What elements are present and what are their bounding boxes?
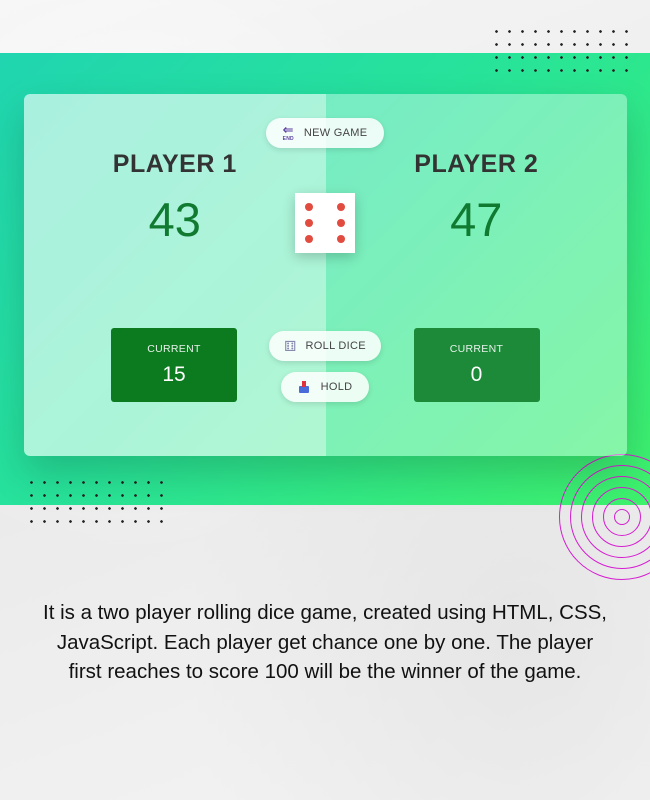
player-1-total-score: 43 [148,193,201,246]
player-1-panel: PLAYER 1 43 CURRENT 15 [24,94,326,456]
new-game-button[interactable]: ⇐ END NEW GAME [266,118,384,148]
player-1-name: PLAYER 1 [112,150,237,178]
dice-pip [305,235,313,243]
player-1-current-box: CURRENT 15 [111,328,237,402]
roll-dice-button[interactable]: ⚅ ROLL DICE [269,331,381,361]
dot-pattern-bottom-left [25,476,168,528]
hold-button[interactable]: HOLD [281,372,369,402]
dice-pip [337,219,345,227]
dice-pip [305,219,313,227]
game-description: It is a two player rolling dice game, cr… [43,601,607,683]
player-2-total-score: 47 [450,193,503,246]
roll-dice-label: ROLL DICE [305,340,366,352]
player-2-current-label: CURRENT [449,343,504,355]
dice [295,193,355,253]
player-2-current-score: 0 [470,363,483,386]
dice-pip [337,203,345,211]
new-game-label: NEW GAME [303,127,368,139]
end-arrow-icon: ⇐ END [282,122,294,142]
dice-pip [337,235,345,243]
player-1-current-label: CURRENT [147,343,201,355]
player-2-panel: PLAYER 2 47 CURRENT 0 [325,94,627,456]
dot-pattern-top-right [490,25,633,77]
player-2-name: PLAYER 2 [414,150,539,178]
hold-label: HOLD [320,381,353,393]
dice-icon: ⚅ [284,338,297,354]
concentric-rings-decoration [558,453,650,581]
player-1-current-score: 15 [162,363,186,386]
inbox-tray-icon [298,381,310,393]
dice-pip [305,203,313,211]
player-2-current-box: CURRENT 0 [413,328,540,402]
